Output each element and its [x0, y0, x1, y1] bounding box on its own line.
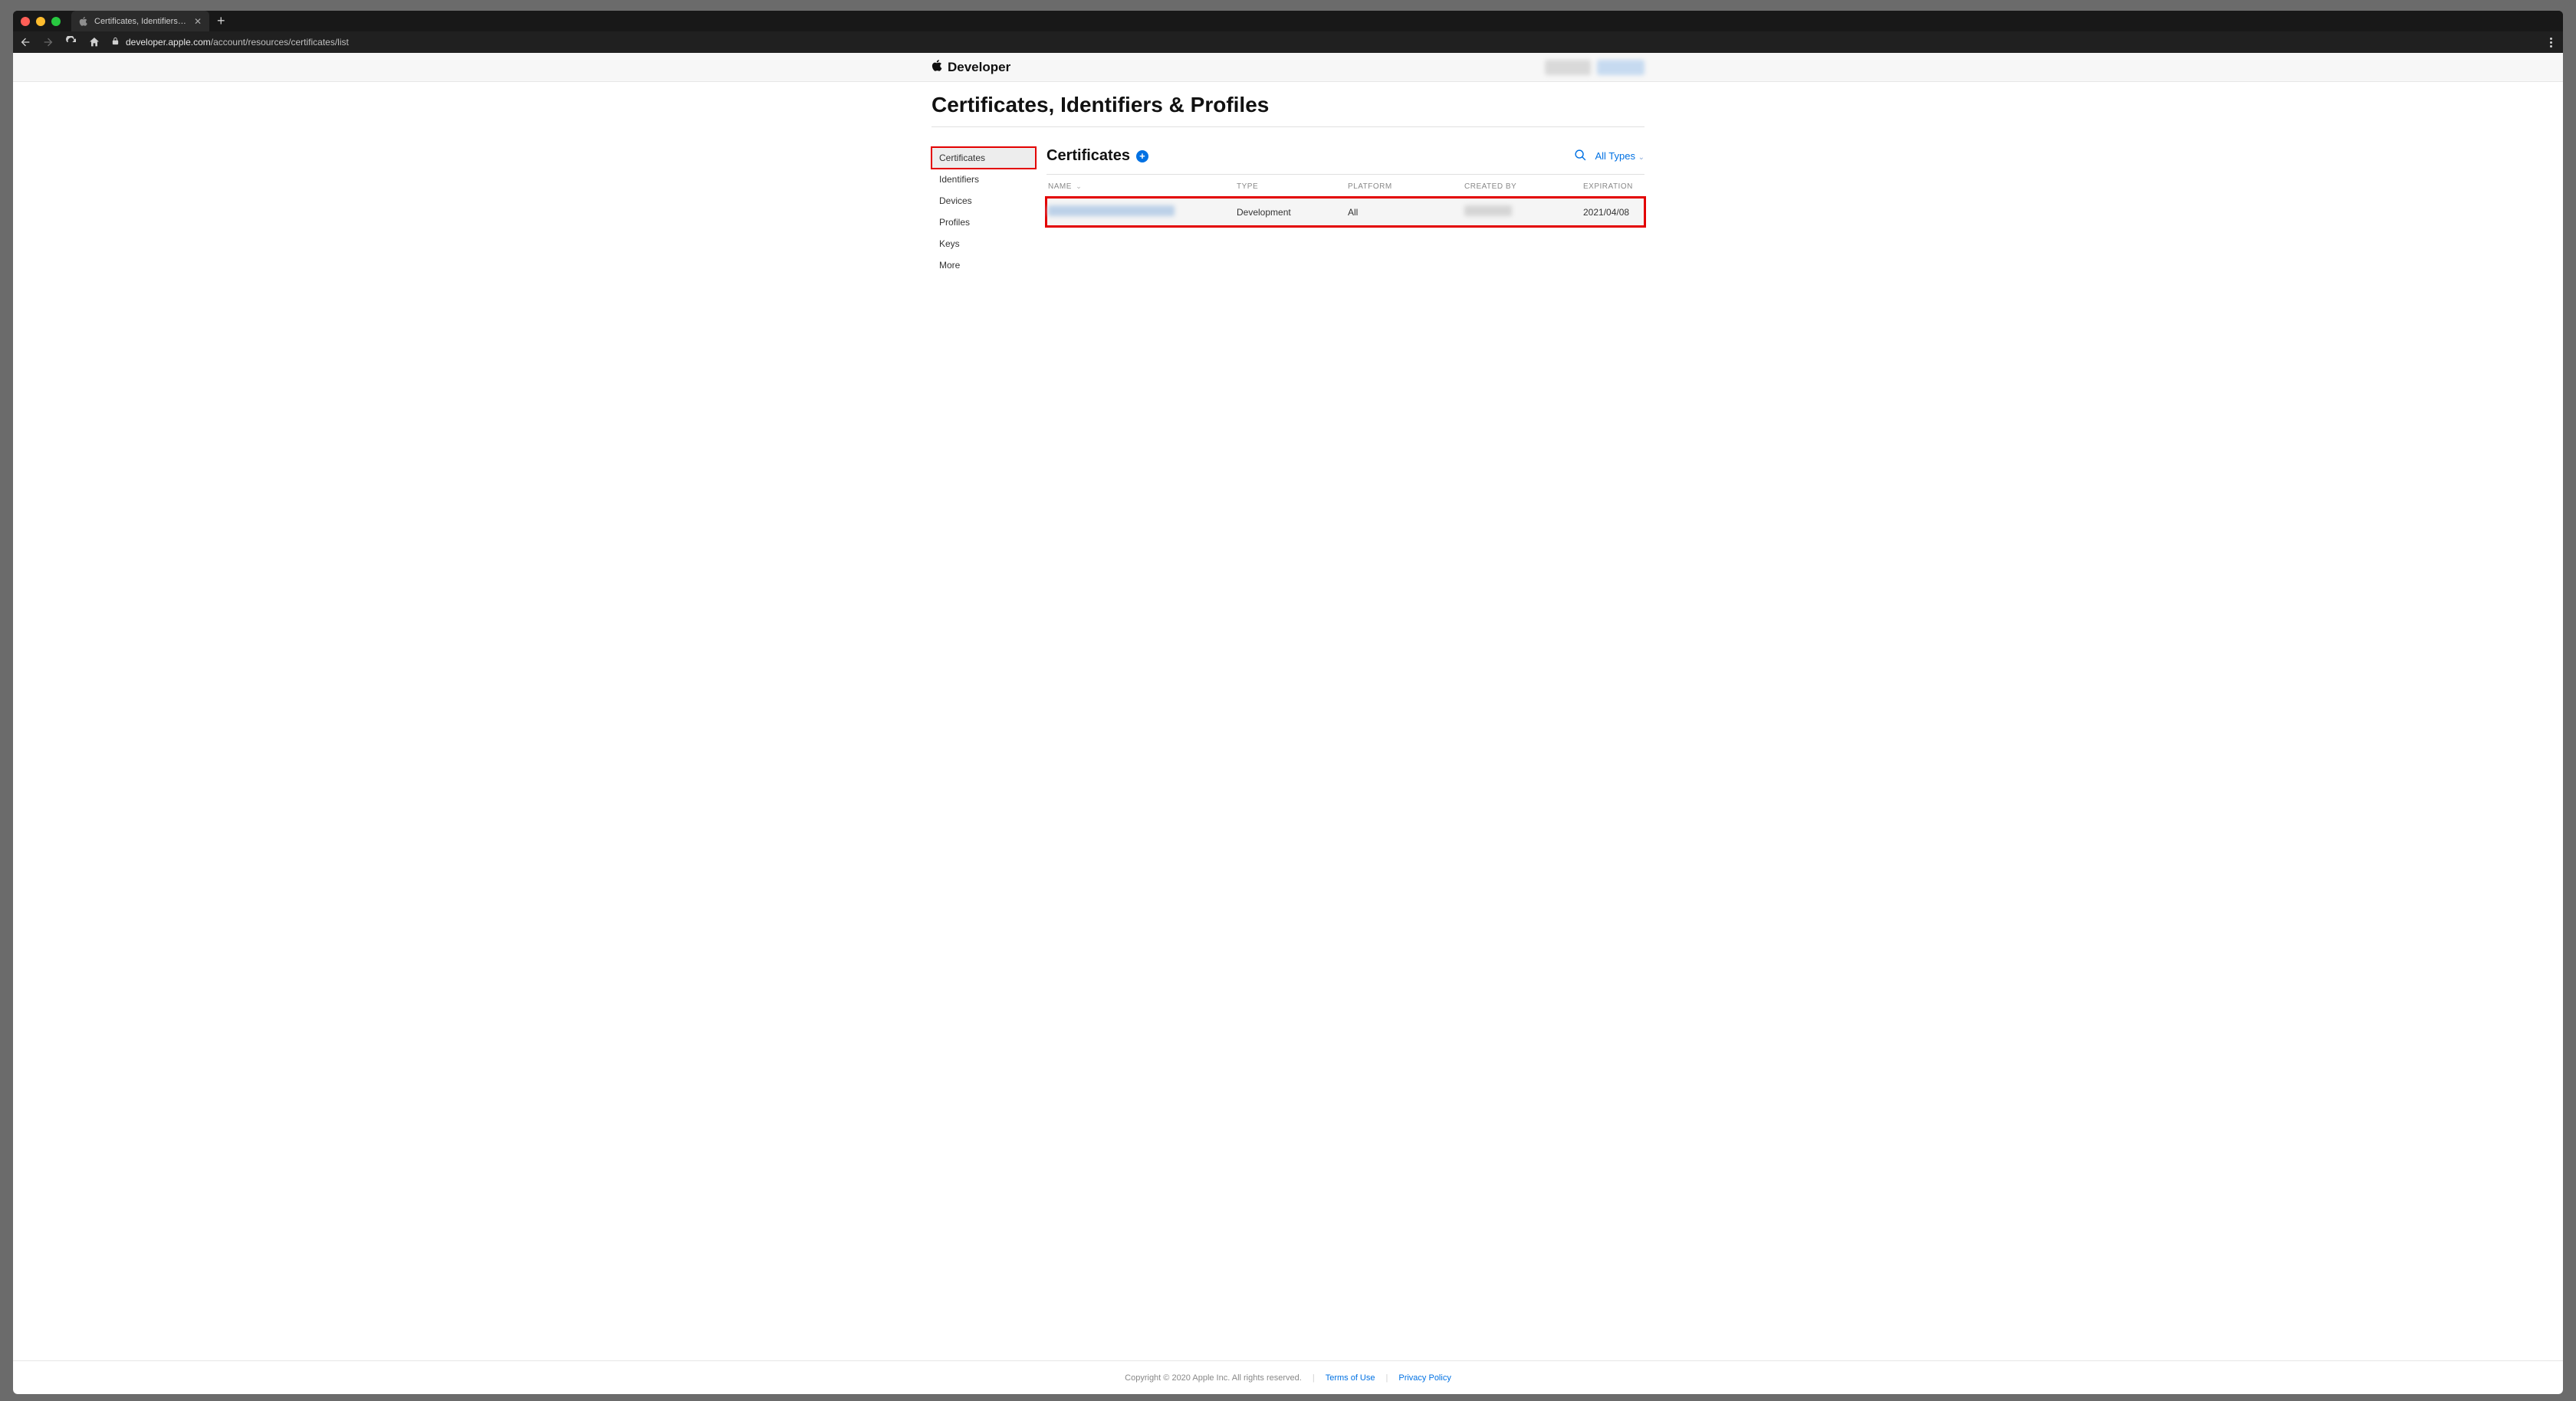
new-tab-button[interactable]: +: [209, 13, 233, 29]
sort-chevron-icon: ⌄: [1076, 182, 1082, 190]
cell-type: Development: [1237, 207, 1348, 218]
account-area[interactable]: [1545, 60, 1644, 75]
reload-button[interactable]: [65, 36, 77, 48]
main-area: Certificates, Identifiers & Profiles Cer…: [13, 82, 2563, 1394]
footer-terms-link[interactable]: Terms of Use: [1326, 1373, 1375, 1383]
sidebar: Certificates Identifiers Devices Profile…: [932, 147, 1036, 754]
column-platform[interactable]: PLATFORM: [1348, 182, 1464, 191]
column-type[interactable]: TYPE: [1237, 182, 1348, 191]
minimize-window-button[interactable]: [36, 17, 45, 26]
sidebar-item-profiles[interactable]: Profiles: [932, 212, 1036, 233]
chevron-down-icon: ⌄: [1638, 153, 1644, 162]
sidebar-item-more[interactable]: More: [932, 254, 1036, 276]
cell-created-by: [1464, 205, 1583, 218]
home-button[interactable]: [88, 36, 100, 48]
section-header: Certificates + All Types ⌄: [1046, 147, 1644, 175]
add-certificate-button[interactable]: +: [1136, 150, 1148, 162]
sidebar-item-devices[interactable]: Devices: [932, 190, 1036, 212]
table-row[interactable]: Development All 2021/04/08: [1046, 198, 1644, 226]
apple-logo-icon: [932, 59, 943, 76]
url-host: developer.apple.com: [126, 37, 211, 48]
column-created-by[interactable]: CREATED BY: [1464, 182, 1583, 191]
browser-tab[interactable]: Certificates, Identifiers & Profiles ✕: [71, 11, 209, 31]
search-icon: [1574, 149, 1587, 162]
table-header: NAME ⌄ TYPE PLATFORM CREATED BY EXPIRATI…: [1046, 175, 1644, 198]
created-by-redacted: [1464, 205, 1512, 216]
window-controls: [21, 17, 61, 26]
apple-favicon-icon: [79, 17, 88, 26]
footer-privacy-link[interactable]: Privacy Policy: [1398, 1373, 1451, 1383]
close-tab-icon[interactable]: ✕: [194, 16, 202, 27]
column-expiration[interactable]: EXPIRATION: [1583, 182, 1644, 191]
plus-icon: +: [1139, 151, 1145, 161]
cell-name: [1046, 205, 1237, 218]
back-button[interactable]: [19, 36, 31, 48]
sidebar-item-keys[interactable]: Keys: [932, 233, 1036, 254]
tab-title: Certificates, Identifiers & Profiles: [94, 17, 188, 26]
footer-copyright: Copyright © 2020 Apple Inc. All rights r…: [1125, 1373, 1302, 1383]
main-content: Certificates + All Types ⌄: [1046, 147, 1644, 754]
section-title: Certificates: [1046, 147, 1130, 165]
sidebar-item-certificates[interactable]: Certificates: [932, 147, 1036, 169]
account-name-redacted: [1545, 60, 1591, 75]
brand-label: Developer: [948, 60, 1010, 75]
close-window-button[interactable]: [21, 17, 30, 26]
column-name[interactable]: NAME ⌄: [1046, 182, 1237, 191]
browser-menu-button[interactable]: [2545, 36, 2557, 48]
sidebar-item-identifiers[interactable]: Identifiers: [932, 169, 1036, 190]
developer-brand[interactable]: Developer: [932, 59, 1010, 76]
window-titlebar: Certificates, Identifiers & Profiles ✕ +: [13, 11, 2563, 31]
cell-expiration: 2021/04/08: [1583, 207, 1644, 218]
filter-dropdown[interactable]: All Types ⌄: [1595, 150, 1644, 162]
filter-label: All Types: [1595, 150, 1635, 162]
page-title: Certificates, Identifiers & Profiles: [932, 93, 1644, 123]
url-path: /account/resources/certificates/list: [211, 37, 349, 48]
certificate-name-redacted: [1048, 205, 1175, 216]
page-viewport: Developer Certificates, Identifiers & Pr…: [13, 53, 2563, 1394]
browser-window: Certificates, Identifiers & Profiles ✕ +…: [13, 11, 2563, 1394]
cell-platform: All: [1348, 207, 1464, 218]
global-header: Developer: [13, 53, 2563, 82]
account-action-redacted: [1597, 60, 1644, 75]
page-footer: Copyright © 2020 Apple Inc. All rights r…: [13, 1360, 2563, 1394]
forward-button[interactable]: [42, 36, 54, 48]
address-bar[interactable]: developer.apple.com/account/resources/ce…: [111, 37, 2534, 48]
search-button[interactable]: [1574, 149, 1587, 164]
maximize-window-button[interactable]: [51, 17, 61, 26]
browser-toolbar: developer.apple.com/account/resources/ce…: [13, 31, 2563, 53]
lock-icon: [111, 37, 120, 48]
